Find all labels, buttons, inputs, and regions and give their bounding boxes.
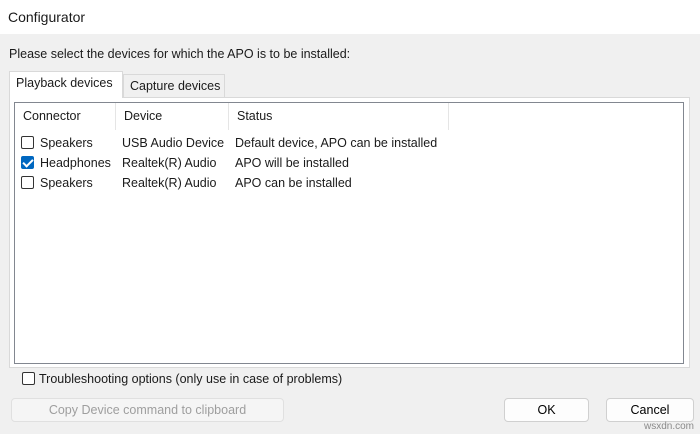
table-row[interactable]: Headphones Realtek(R) Audio APO will be …: [15, 153, 683, 173]
connector-cell: Speakers: [40, 136, 93, 150]
instruction-text: Please select the devices for which the …: [9, 47, 351, 61]
row-checkbox[interactable]: [21, 176, 34, 189]
connector-cell: Speakers: [40, 176, 93, 190]
column-header-status[interactable]: Status: [229, 103, 449, 130]
ok-button[interactable]: OK: [504, 398, 589, 422]
device-list[interactable]: Connector Device Status Speakers USB Aud…: [14, 102, 684, 364]
status-cell: Default device, APO can be installed: [235, 136, 438, 150]
copy-device-command-button[interactable]: Copy Device command to clipboard: [11, 398, 284, 422]
troubleshooting-checkbox[interactable]: [22, 372, 35, 385]
table-row[interactable]: Speakers USB Audio Device Default device…: [15, 133, 683, 153]
window-title: Configurator: [8, 9, 86, 25]
row-checkbox[interactable]: [21, 136, 34, 149]
status-cell: APO can be installed: [235, 176, 352, 190]
troubleshooting-label: Troubleshooting options (only use in cas…: [39, 372, 343, 386]
status-cell: APO will be installed: [235, 156, 349, 170]
dialog-client-area: Please select the devices for which the …: [0, 34, 700, 434]
connector-cell: Headphones: [40, 156, 111, 170]
table-row[interactable]: Speakers Realtek(R) Audio APO can be ins…: [15, 173, 683, 193]
row-checkbox[interactable]: [21, 156, 34, 169]
device-cell: Realtek(R) Audio: [122, 156, 217, 170]
tab-panel-playback: Connector Device Status Speakers USB Aud…: [9, 97, 690, 368]
device-cell: USB Audio Device: [122, 136, 225, 150]
tab-capture-devices[interactable]: Capture devices: [123, 74, 225, 98]
column-header-device[interactable]: Device: [116, 103, 229, 130]
device-cell: Realtek(R) Audio: [122, 176, 217, 190]
column-header-connector[interactable]: Connector: [15, 103, 116, 130]
cancel-button[interactable]: Cancel: [606, 398, 694, 422]
watermark-text: wsxdn.com: [643, 421, 694, 432]
title-bar: Configurator: [0, 0, 700, 34]
tab-playback-devices[interactable]: Playback devices: [9, 71, 123, 98]
list-header: Connector Device Status: [15, 103, 683, 130]
